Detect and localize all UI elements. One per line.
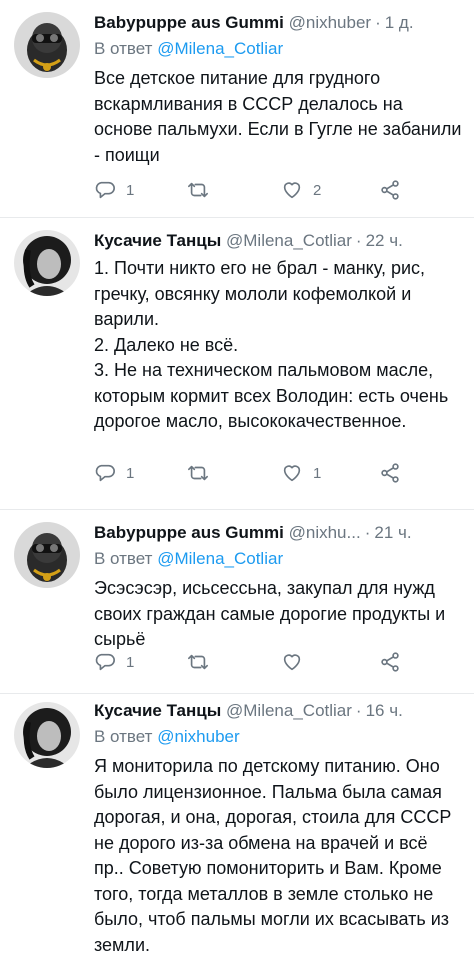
timestamp[interactable]: 22 ч.: [366, 231, 403, 250]
separator-dot: ·: [375, 13, 381, 32]
display-name[interactable]: Babypuppe aus Gummi: [94, 13, 284, 32]
share-icon: [381, 463, 399, 483]
tweet-paragraph: Я мониторила по детскому питанию. Оно бы…: [94, 756, 452, 955]
reply-prefix: В ответ: [94, 727, 153, 746]
separator-dot: ·: [364, 523, 371, 542]
action-bar: 1: [94, 650, 434, 674]
tweet-text: Я мониторила по детскому питанию. Оно бы…: [94, 754, 462, 958]
reply-mention[interactable]: @Milena_Cotliar: [157, 549, 283, 568]
reply-button[interactable]: 1: [94, 650, 134, 674]
retweet-icon: [188, 182, 208, 198]
tweet-paragraph: Эсэсэсэр, исьсессьна, закупал для нужд с…: [94, 578, 446, 649]
user-handle[interactable]: @nixhuber: [289, 13, 371, 32]
reply-count: 1: [126, 464, 135, 482]
tweet-header: Кусачие Танцы @Milena_Cotliar · 22 ч.: [94, 230, 462, 252]
tweet[interactable]: Babypuppe aus Gummi @nixhu... · 21 ч. В от…: [0, 510, 474, 694]
separator-dot: ·: [355, 231, 362, 250]
heart-icon: [283, 654, 301, 671]
reply-context: В ответ @Milena_Cotliar: [94, 548, 462, 570]
display-name[interactable]: Кусачие Танцы: [94, 701, 221, 720]
reply-button[interactable]: 1: [94, 178, 134, 202]
timestamp[interactable]: 21 ч.: [374, 523, 411, 542]
share-button[interactable]: [379, 178, 401, 202]
avatar[interactable]: [14, 230, 80, 296]
timestamp[interactable]: 16 ч.: [366, 701, 403, 720]
reply-icon: [95, 653, 115, 671]
reply-count: 1: [126, 181, 135, 199]
reply-prefix: В ответ: [94, 39, 153, 58]
timestamp[interactable]: 1 д.: [385, 13, 414, 32]
reply-count: 1: [126, 653, 135, 671]
avatar[interactable]: [14, 12, 80, 78]
tweet[interactable]: Babypuppe aus Gummi @nixhuber · 1 д. В отв…: [0, 0, 474, 218]
tweet[interactable]: Кусачие Танцы @Milena_Cotliar · 22 ч. 1. П…: [0, 218, 474, 510]
heart-icon: [283, 182, 301, 199]
tweet-text: Эсэсэсэр, исьсессьна, закупал для нужд с…: [94, 576, 462, 653]
tweet-paragraph: 2. Далеко не всё.: [94, 334, 239, 355]
share-button[interactable]: [379, 650, 401, 674]
tweet-paragraph: 1. Почти никто его не брал - манку, рис,…: [94, 258, 426, 329]
reply-prefix: В ответ: [94, 549, 153, 568]
share-icon: [381, 180, 399, 200]
tweet-text: Все детское питание для грудного вскармл…: [94, 66, 462, 168]
like-button[interactable]: [281, 650, 313, 674]
display-name[interactable]: Кусачие Танцы: [94, 231, 221, 250]
user-handle[interactable]: @Milena_Cotliar: [226, 231, 352, 250]
reply-icon: [95, 464, 115, 482]
separator-dot: ·: [355, 701, 362, 720]
retweet-button[interactable]: [187, 178, 219, 202]
tweet-header: Кусачие Танцы @Milena_Cotliar · 16 ч.: [94, 700, 462, 722]
retweet-button[interactable]: [187, 650, 219, 674]
share-icon: [381, 652, 399, 672]
like-button[interactable]: 2: [281, 178, 321, 202]
tweet-paragraph: Все детское питание для грудного вскармл…: [94, 68, 462, 165]
like-button[interactable]: 1: [281, 461, 321, 485]
like-count: 2: [313, 181, 322, 199]
reply-mention[interactable]: @nixhuber: [157, 727, 239, 746]
retweet-button[interactable]: [187, 461, 219, 485]
avatar[interactable]: [14, 522, 80, 588]
user-handle[interactable]: @nixhu...: [289, 523, 361, 542]
action-bar: 1 1: [94, 461, 434, 485]
display-name[interactable]: Babypuppe aus Gummi: [94, 523, 284, 542]
tweet-text: 1. Почти никто его не брал - манку, рис,…: [94, 256, 462, 435]
reply-button[interactable]: 1: [94, 461, 134, 485]
heart-icon: [283, 465, 301, 482]
tweet[interactable]: Кусачие Танцы @Milena_Cotliar · 16 ч. В от…: [0, 694, 474, 958]
action-bar: 1 2: [94, 178, 434, 202]
like-count: 1: [313, 464, 322, 482]
reply-icon: [95, 181, 115, 199]
user-handle[interactable]: @Milena_Cotliar: [226, 701, 352, 720]
retweet-icon: [188, 465, 208, 481]
reply-context: В ответ @Milena_Cotliar: [94, 38, 462, 60]
share-button[interactable]: [379, 461, 401, 485]
tweet-paragraph: 3. Не на техническом пальмовом масле, ко…: [94, 360, 449, 431]
tweet-header: Babypuppe aus Gummi @nixhu... · 21 ч.: [94, 522, 462, 544]
reply-mention[interactable]: @Milena_Cotliar: [157, 39, 283, 58]
tweet-header: Babypuppe aus Gummi @nixhuber · 1 д.: [94, 12, 462, 34]
retweet-icon: [188, 654, 208, 670]
reply-context: В ответ @nixhuber: [94, 726, 462, 748]
avatar[interactable]: [14, 702, 80, 768]
